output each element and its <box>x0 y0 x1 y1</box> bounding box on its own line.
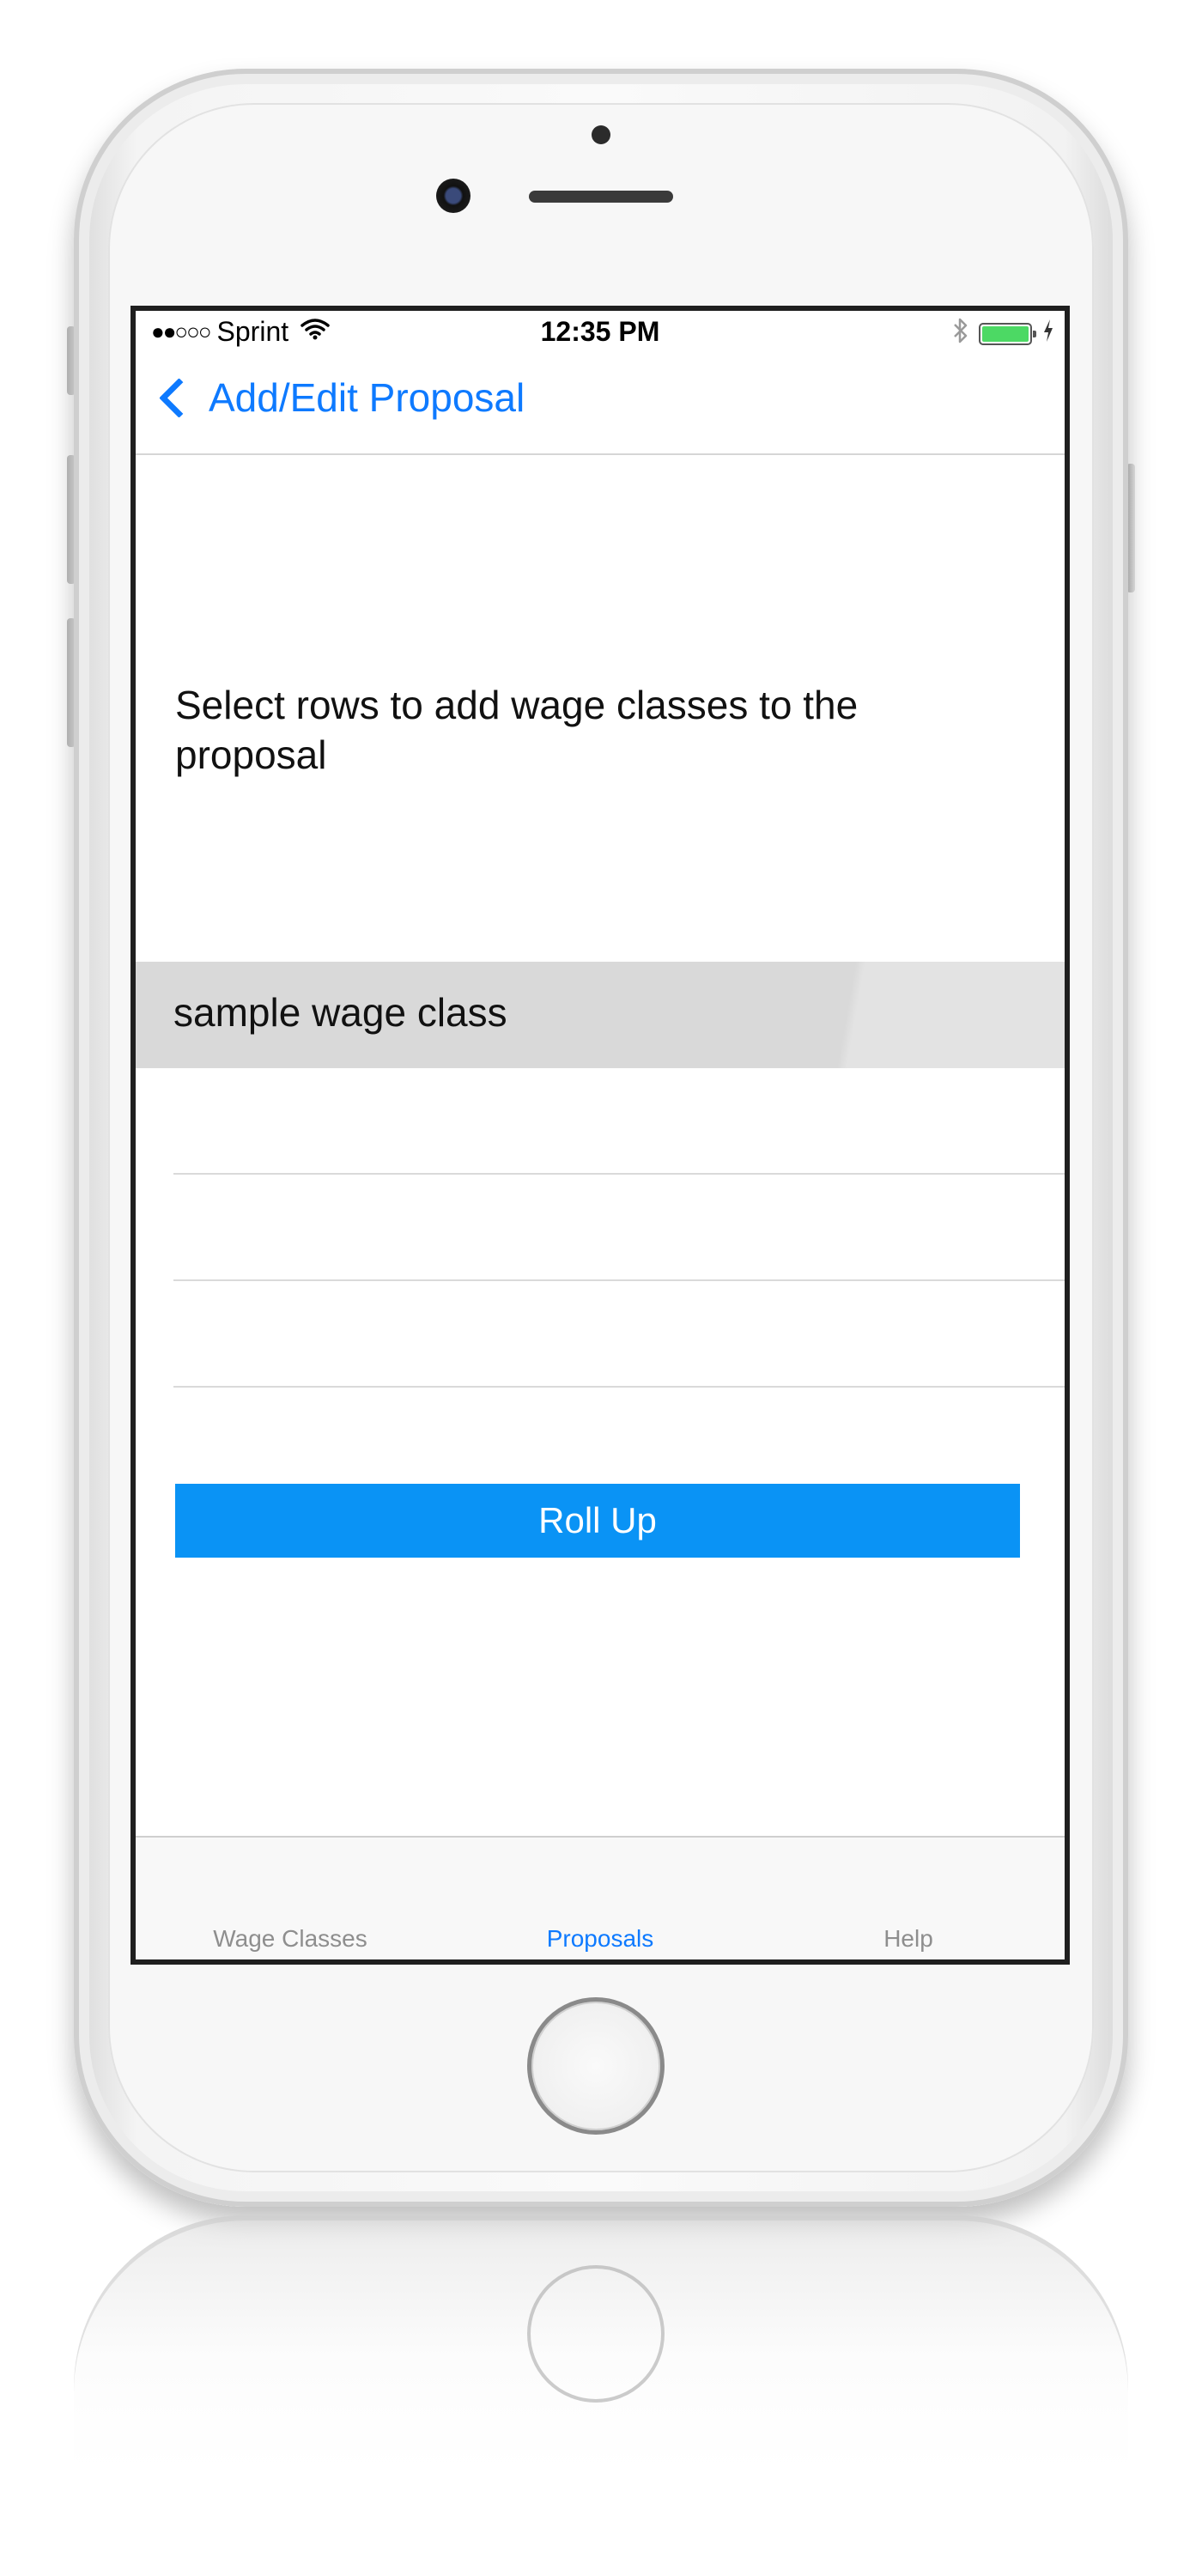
tab-proposals[interactable]: Proposals <box>471 1925 729 1953</box>
status-bar: ●●○○○ Sprint 12:35 PM <box>136 311 1065 349</box>
tab-help[interactable]: Help <box>780 1925 1037 1953</box>
table-row[interactable] <box>173 1281 1065 1388</box>
battery-level <box>982 325 1029 342</box>
bluetooth-icon <box>953 318 968 349</box>
instruction-text: Select rows to add wage classes to the p… <box>175 683 859 777</box>
chevron-left-icon <box>159 377 199 418</box>
proximity-sensor <box>592 125 610 144</box>
back-button-label: Add/Edit Proposal <box>209 375 525 420</box>
home-button[interactable] <box>527 1997 665 2135</box>
tab-wage-classes[interactable]: Wage Classes <box>161 1925 419 1953</box>
bolt-icon <box>1042 319 1054 349</box>
table-row[interactable] <box>173 1175 1065 1281</box>
battery-tip <box>1033 330 1036 337</box>
row-label: sample wage class <box>173 990 507 1035</box>
stage: ●●○○○ Sprint 12:35 PM Add/Edit Proposal … <box>0 0 1202 2576</box>
table-row-selected[interactable]: sample wage class <box>136 962 1065 1068</box>
tab-bar: Wage Classes Proposals Help <box>136 1836 1065 1959</box>
front-camera <box>436 179 470 213</box>
battery-icon <box>979 322 1036 345</box>
home-button-reflection <box>527 2265 665 2403</box>
status-time: 12:35 PM <box>540 316 660 347</box>
back-button[interactable]: Add/Edit Proposal <box>151 374 525 421</box>
earpiece-speaker <box>529 191 673 203</box>
navigation-bar: Add/Edit Proposal <box>136 349 1065 455</box>
roll-up-button[interactable]: Roll Up <box>175 1484 1020 1558</box>
table-row[interactable] <box>173 1068 1065 1175</box>
screen: ●●○○○ Sprint 12:35 PM Add/Edit Proposal … <box>131 306 1070 1965</box>
status-right <box>953 318 1054 349</box>
